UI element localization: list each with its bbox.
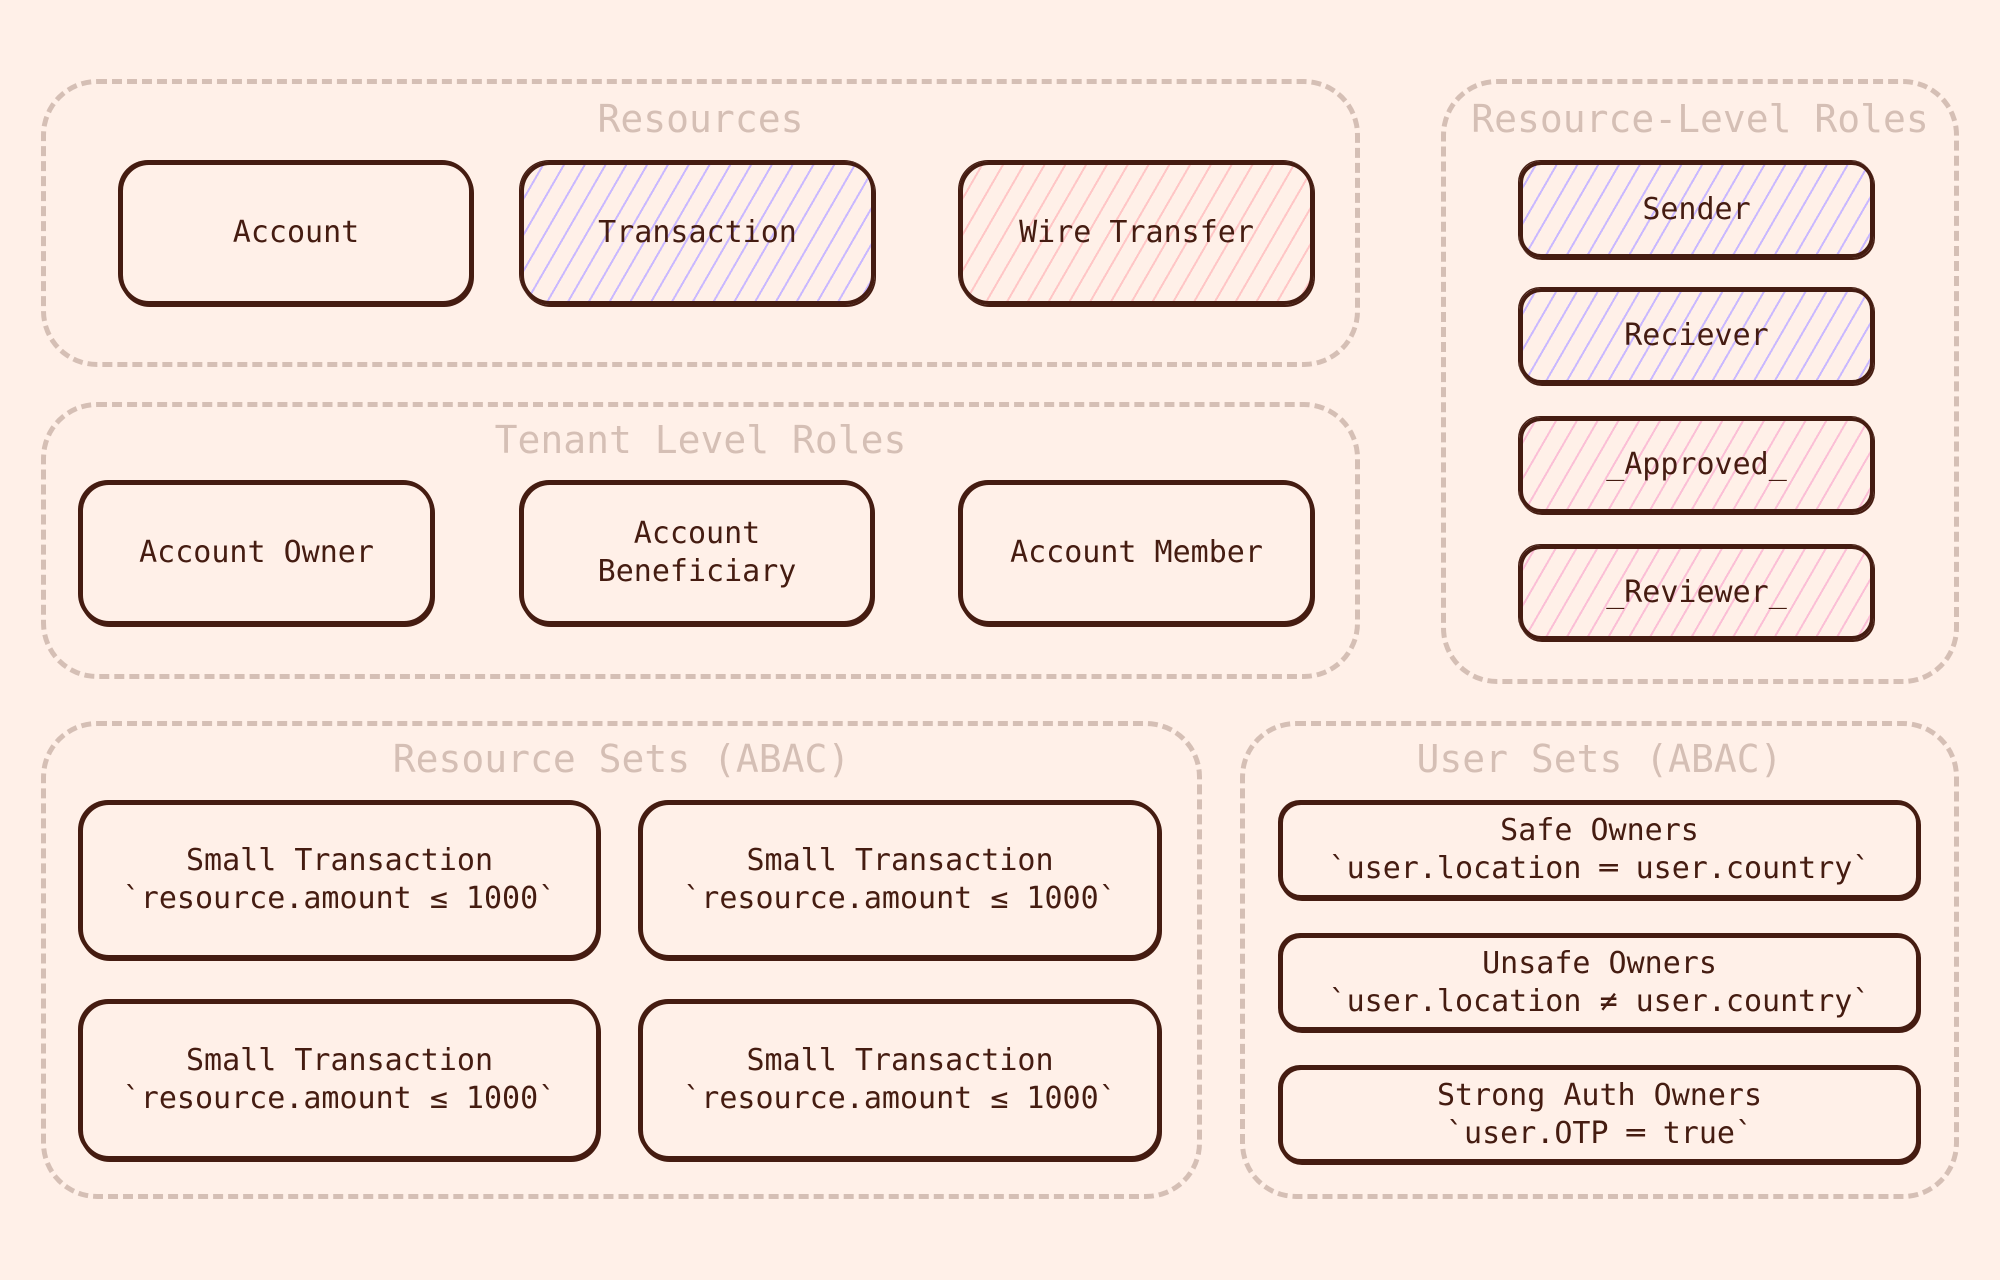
node-approved[interactable]: _Approved_ [1519,417,1874,513]
set-rule: `resource.amount ≤ 1000` [683,881,1117,916]
resources-group-title: Resources [597,97,804,141]
set-name: Unsafe Owners [1482,945,1717,981]
node-transaction[interactable]: Transaction [520,161,875,305]
node-account-member[interactable]: Account Member [959,481,1314,625]
node-user-set-strong-auth-owners[interactable]: Strong Auth Owners `user.OTP ═ true` [1279,1066,1920,1163]
user-sets-title: User Sets (ABAC) [1416,737,1783,781]
set-rule: `resource.amount ≤ 1000` [122,1081,557,1116]
node-user-set-unsafe-owners[interactable]: Unsafe Owners `user.location ≠ user.count… [1279,934,1920,1031]
node-label: _Approved_ [1606,447,1787,482]
node-label: Account Member [1010,535,1263,570]
node-label: Wire Transfer [1019,215,1254,250]
resource-level-roles-title: Resource-Level Roles [1471,97,1929,141]
node-account-owner[interactable]: Account Owner [79,481,434,625]
set-name: Small Transaction [746,843,1054,878]
set-name: Small Transaction [185,843,494,878]
node-label: Sender [1642,191,1751,227]
node-resource-set[interactable]: Small Transaction `resource.amount ≤ 1000… [639,801,1161,959]
node-reviewer[interactable]: _Reviewer_ [1519,545,1874,640]
node-resource-set[interactable]: Small Transaction `resource.amount ≤ 1000… [79,801,600,959]
node-account[interactable]: Account [119,161,473,305]
set-rule: `resource.amount ≤ 1000` [683,1081,1117,1116]
tenant-level-roles-title: Tenant Level Roles [494,418,907,462]
node-label: Account Beneficiary [597,516,797,589]
resource-sets-title: Resource Sets (ABAC) [392,737,851,781]
set-name: Small Transaction [185,1043,494,1078]
set-rule: `user.location ≠ user.country` [1328,983,1871,1019]
set-rule: `user.location ═ user.country` [1328,851,1871,886]
set-name: Safe Owners [1500,813,1699,848]
node-resource-set[interactable]: Small Transaction `resource.amount ≤ 1000… [79,1000,600,1160]
node-sender[interactable]: Sender [1519,161,1874,258]
node-label: Account [232,215,360,250]
node-reciever[interactable]: Reciever [1519,288,1874,384]
set-rule: `resource.amount ≤ 1000` [122,881,557,916]
set-rule: `user.OTP ═ true` [1445,1115,1754,1151]
node-label: _Reviewer_ [1606,574,1787,610]
node-label: Reciever [1624,318,1769,353]
node-label: Transaction [598,215,797,250]
node-resource-set[interactable]: Small Transaction `resource.amount ≤ 1000… [639,1000,1161,1160]
set-name: Small Transaction [746,1043,1054,1078]
node-wire-transfer[interactable]: Wire Transfer [959,161,1314,305]
node-user-set-safe-owners[interactable]: Safe Owners `user.location ═ user.country… [1279,801,1920,899]
node-account-beneficiary[interactable]: Account Beneficiary [520,481,874,625]
node-label: Account Owner [139,535,374,570]
set-name: Strong Auth Owners [1436,1077,1763,1113]
